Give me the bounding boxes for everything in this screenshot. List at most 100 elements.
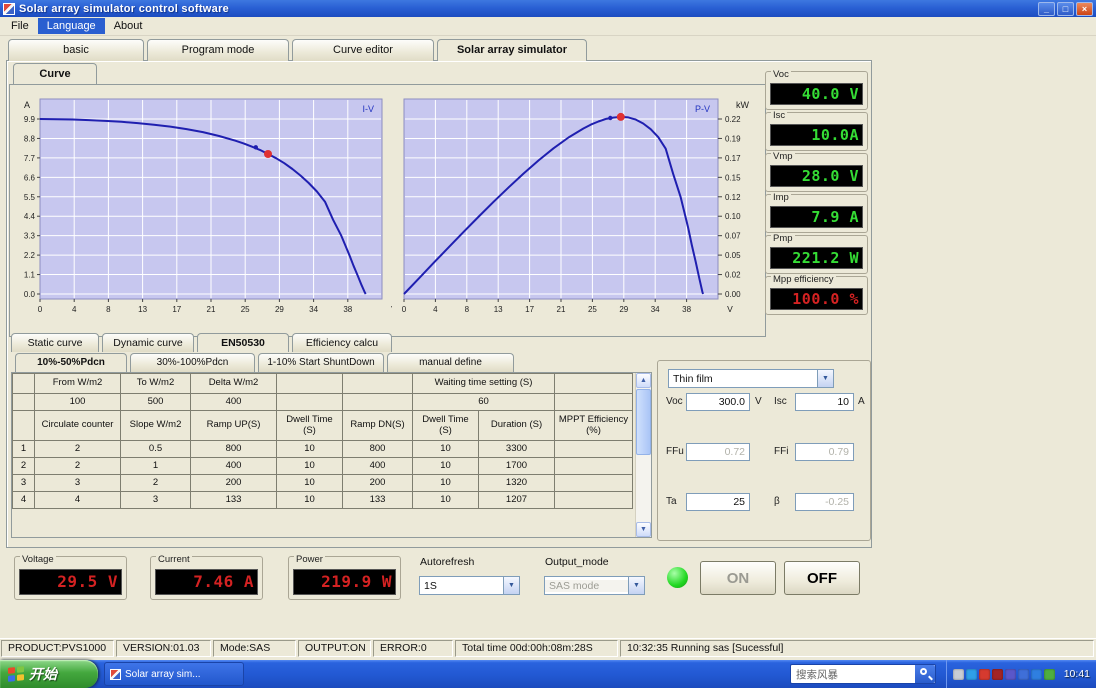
table-cell[interactable]: 1 xyxy=(12,440,35,458)
scrollbar-thumb[interactable] xyxy=(636,389,651,455)
tab-en50530[interactable]: EN50530 xyxy=(197,333,289,352)
param-input-isc[interactable]: 10 xyxy=(795,393,854,411)
table-cell[interactable]: 10 xyxy=(412,440,479,458)
tray-icon-4[interactable] xyxy=(992,668,1003,680)
tray-icon-1[interactable] xyxy=(953,668,964,680)
tray-icon-2[interactable] xyxy=(966,668,977,680)
tab-dynamic-curve[interactable]: Dynamic curve xyxy=(102,333,194,352)
table-cell[interactable] xyxy=(554,457,633,475)
maximize-button[interactable]: □ xyxy=(1057,1,1074,16)
table-cell[interactable]: 200 xyxy=(342,474,413,492)
table-cell[interactable]: 10 xyxy=(412,457,479,475)
tab-curve-editor[interactable]: Curve editor xyxy=(292,39,434,61)
dropdown-arrow-icon[interactable]: ▼ xyxy=(628,577,644,594)
tray-icon-6[interactable] xyxy=(1018,668,1029,680)
table-cell[interactable]: 500 xyxy=(120,393,191,411)
tab-program-mode[interactable]: Program mode xyxy=(147,39,289,61)
table-cell[interactable]: 2 xyxy=(34,440,121,458)
table-cell[interactable]: 1207 xyxy=(478,491,555,509)
tray-icon-3[interactable] xyxy=(979,668,990,680)
tray-icon-5[interactable] xyxy=(1005,668,1016,680)
table-cell[interactable]: 10 xyxy=(412,474,479,492)
table-cell[interactable]: 133 xyxy=(190,491,277,509)
table-cell[interactable]: 10 xyxy=(412,491,479,509)
taskbar-app-button[interactable]: Solar array sim... xyxy=(104,662,244,686)
param-input-ffu[interactable]: 0.72 xyxy=(686,443,750,461)
table-cell[interactable]: 10 xyxy=(276,440,343,458)
table-cell[interactable]: 10 xyxy=(276,457,343,475)
table-cell[interactable]: 1700 xyxy=(478,457,555,475)
tab-basic[interactable]: basic xyxy=(8,39,144,61)
off-button[interactable]: OFF xyxy=(784,561,860,595)
table-cell[interactable]: 2 xyxy=(120,474,191,492)
tray-icon-8[interactable] xyxy=(1044,668,1055,680)
module-type-select[interactable]: Thin film ▼ xyxy=(668,369,834,388)
scroll-down-button[interactable]: ▼ xyxy=(636,522,651,537)
table-cell[interactable]: 2 xyxy=(12,457,35,475)
table-cell[interactable]: 4 xyxy=(34,491,121,509)
table-cell[interactable]: 60 xyxy=(412,393,555,411)
table-cell[interactable]: 4 xyxy=(12,491,35,509)
taskbar-app-label: Solar array sim... xyxy=(125,668,201,680)
param-input-ta[interactable]: 25 xyxy=(686,493,750,511)
search-icon[interactable] xyxy=(915,665,935,683)
scroll-up-button[interactable]: ▲ xyxy=(636,373,651,388)
table-cell[interactable]: 3 xyxy=(12,474,35,492)
table-cell[interactable]: 400 xyxy=(190,393,277,411)
on-button[interactable]: ON xyxy=(700,561,776,595)
output-mode-select[interactable]: SAS mode ▼ xyxy=(544,576,645,595)
table-cell[interactable] xyxy=(554,474,633,492)
dropdown-arrow-icon[interactable]: ▼ xyxy=(503,577,519,594)
table-cell[interactable]: 400 xyxy=(342,457,413,475)
table-cell[interactable]: 10 xyxy=(276,474,343,492)
svg-text:0.12: 0.12 xyxy=(725,193,741,202)
table-cell[interactable] xyxy=(554,491,633,509)
table-cell[interactable] xyxy=(276,393,343,411)
subtab-1-10-start-shuntdown[interactable]: 1-10% Start ShuntDown xyxy=(258,353,384,372)
subtab-manual-define[interactable]: manual define xyxy=(387,353,514,372)
table-cell[interactable] xyxy=(554,440,633,458)
minimize-button[interactable]: _ xyxy=(1038,1,1055,16)
table-cell[interactable]: 3 xyxy=(34,474,121,492)
menu-language[interactable]: Language xyxy=(37,18,105,34)
vertical-scrollbar[interactable]: ▲ ▼ xyxy=(635,373,651,537)
table-cell[interactable]: 133 xyxy=(342,491,413,509)
tab-efficiency-calcu[interactable]: Efficiency calcu xyxy=(292,333,392,352)
close-button[interactable]: × xyxy=(1076,1,1093,16)
status-output: OUTPUT:ON xyxy=(298,640,371,657)
subtab-10-50-pdcn[interactable]: 10%-50%Pdcn xyxy=(15,353,127,372)
table-cell[interactable] xyxy=(342,393,413,411)
table-cell[interactable]: 10 xyxy=(276,491,343,509)
start-button[interactable]: 开始 xyxy=(0,660,98,688)
autorefresh-select[interactable]: 1S ▼ xyxy=(419,576,520,595)
menu-about[interactable]: About xyxy=(105,18,152,34)
table-cell[interactable]: 800 xyxy=(190,440,277,458)
subtab-30-100-pdcn[interactable]: 30%-100%Pdcn xyxy=(130,353,255,372)
table-cell[interactable]: 2 xyxy=(34,457,121,475)
taskbar-search-box[interactable]: 搜索风暴 xyxy=(790,664,936,684)
table-cell[interactable] xyxy=(12,393,35,411)
table-cell[interactable]: 400 xyxy=(190,457,277,475)
table-cell[interactable]: 0.5 xyxy=(120,440,191,458)
app-icon xyxy=(3,2,15,15)
tab-static-curve[interactable]: Static curve xyxy=(11,333,99,352)
table-cell[interactable]: 800 xyxy=(342,440,413,458)
tab-solar-array-simulator[interactable]: Solar array simulator xyxy=(437,39,587,61)
table-cell[interactable]: 3300 xyxy=(478,440,555,458)
status-product: PRODUCT:PVS1000 xyxy=(1,640,114,657)
svg-text:kW: kW xyxy=(736,100,750,110)
table-cell[interactable]: 200 xyxy=(190,474,277,492)
svg-text:5.5: 5.5 xyxy=(24,193,36,202)
table-cell[interactable]: 100 xyxy=(34,393,121,411)
menu-file[interactable]: File xyxy=(2,18,38,34)
table-cell[interactable] xyxy=(554,393,633,411)
param-input-voc[interactable]: 300.0 xyxy=(686,393,750,411)
dropdown-arrow-icon[interactable]: ▼ xyxy=(817,370,833,387)
table-cell[interactable]: 3 xyxy=(120,491,191,509)
tab-curve[interactable]: Curve xyxy=(13,63,97,84)
table-cell[interactable]: 1320 xyxy=(478,474,555,492)
param-input-ffi[interactable]: 0.79 xyxy=(795,443,854,461)
param-input-beta[interactable]: -0.25 xyxy=(795,493,854,511)
table-cell[interactable]: 1 xyxy=(120,457,191,475)
tray-icon-7[interactable] xyxy=(1031,668,1042,680)
